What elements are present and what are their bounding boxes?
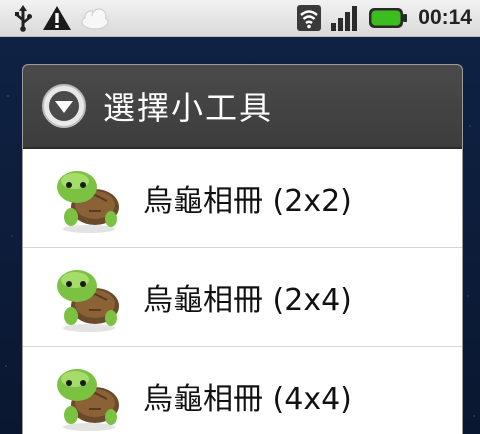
- system-icons: 00:14: [296, 4, 472, 32]
- status-bar: 00:14: [0, 0, 480, 37]
- signal-icon: [331, 6, 358, 31]
- usb-icon: [15, 5, 32, 32]
- list-item-label: 烏龜相冊 (4x4): [143, 382, 352, 417]
- battery-icon: [369, 8, 408, 28]
- chevron-down-circle-icon: [42, 84, 86, 128]
- widget-list: 烏龜相冊 (2x2) 烏龜相冊 (2x4) 烏龜相冊 (4x4): [23, 149, 462, 434]
- list-item[interactable]: 烏龜相冊 (2x4): [23, 248, 462, 347]
- turtle-icon: [57, 171, 119, 233]
- list-item-label: 烏龜相冊 (2x4): [143, 283, 352, 318]
- wifi-icon: [297, 5, 322, 31]
- dialog-title: 選擇小工具: [103, 89, 274, 127]
- choose-widget-dialog: 選擇小工具 烏龜相冊 (2x2) 烏龜相冊 (2x4) 烏龜相冊 (4x4): [22, 64, 463, 434]
- clock: 00:14: [418, 6, 472, 29]
- turtle-icon: [57, 270, 119, 332]
- list-item[interactable]: 烏龜相冊 (4x4): [23, 347, 462, 434]
- notification-icons: [12, 4, 110, 32]
- warning-icon: [43, 6, 71, 30]
- list-item-label: 烏龜相冊 (2x2): [143, 184, 352, 219]
- turtle-icon: [57, 369, 119, 431]
- list-item[interactable]: 烏龜相冊 (2x2): [23, 149, 462, 248]
- dialog-header: 選擇小工具: [23, 65, 462, 149]
- cloud-icon: [81, 8, 109, 30]
